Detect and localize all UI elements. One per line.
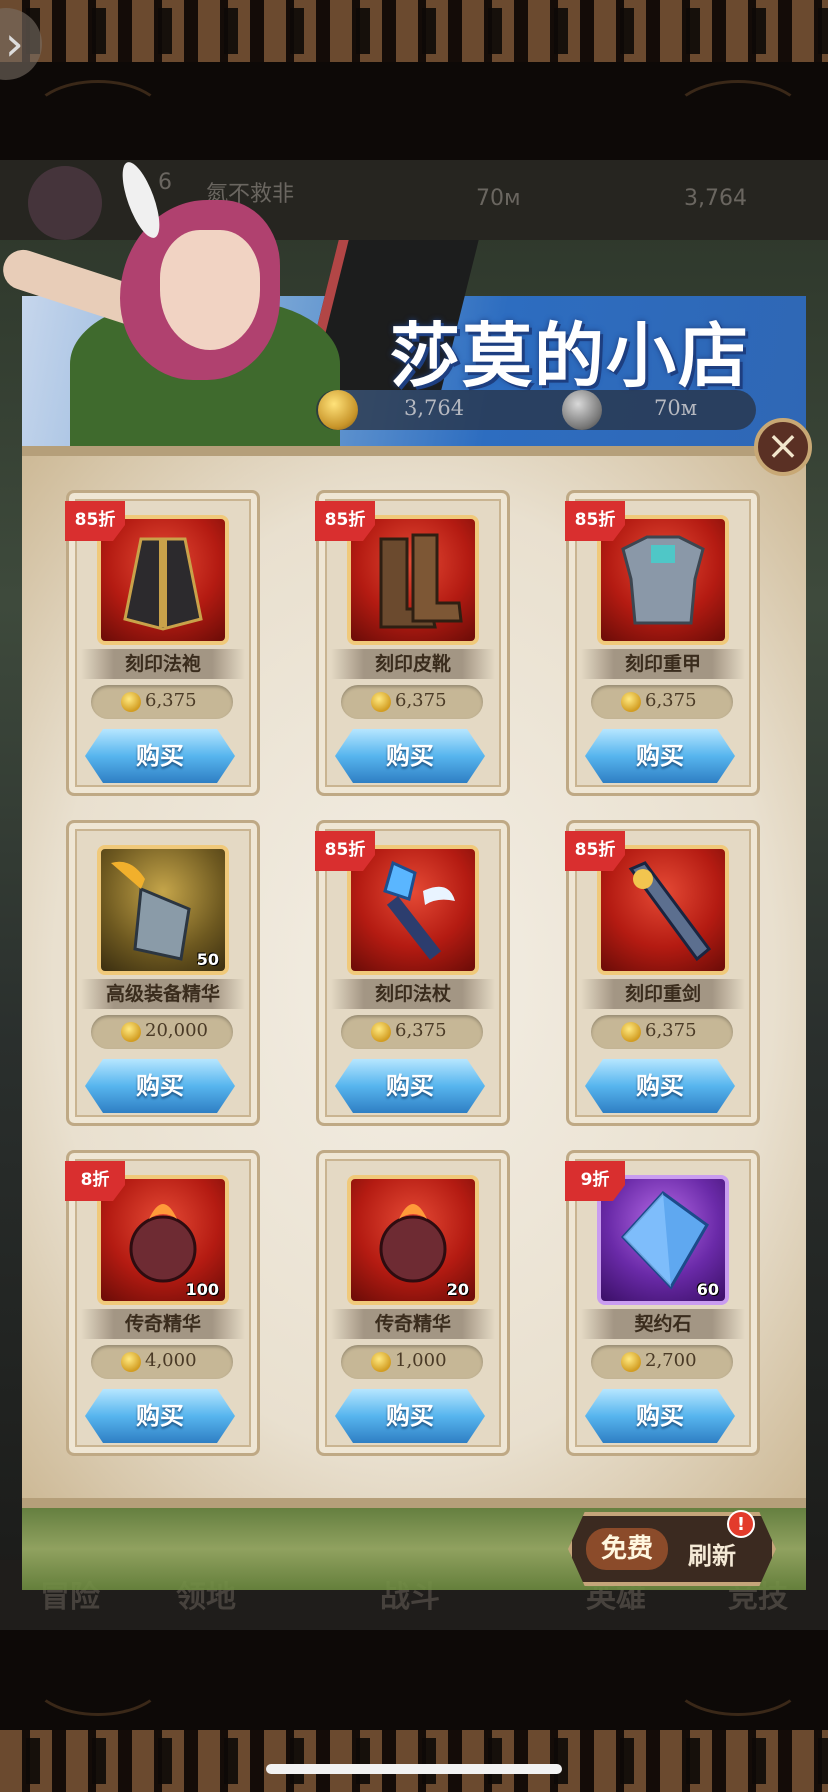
gold-coin-icon xyxy=(121,692,141,712)
item-price: 20,000 xyxy=(145,1020,208,1041)
buy-button[interactable]: 购买 xyxy=(585,1059,735,1113)
price-pill: 6,375 xyxy=(591,685,733,719)
item-price: 2,700 xyxy=(645,1350,697,1371)
item-price: 6,375 xyxy=(395,1020,447,1041)
discount-badge: 85折 xyxy=(565,831,625,871)
item-price: 6,375 xyxy=(145,690,197,711)
player-avatar xyxy=(28,166,102,240)
shop-item-card: 85折 刻印法袍 6,375 购买 xyxy=(65,490,260,796)
home-indicator[interactable] xyxy=(266,1764,562,1774)
discount-badge: 85折 xyxy=(65,501,125,541)
item-quantity: 20 xyxy=(446,1280,469,1299)
buy-button[interactable]: 购买 xyxy=(85,1059,235,1113)
ornament-swirl xyxy=(670,80,806,156)
item-name: 契约石 xyxy=(581,1309,745,1339)
item-name: 刻印法杖 xyxy=(331,979,495,1009)
shop-item-card: 20 传奇精华 1,000 购买 xyxy=(316,1150,510,1456)
item-name: 高级装备精华 xyxy=(81,979,245,1009)
item-name: 刻印皮靴 xyxy=(331,649,495,679)
item-name: 传奇精华 xyxy=(81,1309,245,1339)
shop-item-card: 9折 60 契约石 2,700 购买 xyxy=(565,1150,760,1456)
price-pill: 4,000 xyxy=(91,1345,233,1379)
shop-item-card: 85折 刻印法杖 6,375 购买 xyxy=(315,820,510,1126)
item-price: 6,375 xyxy=(645,690,697,711)
discount-badge: 9折 xyxy=(565,1161,625,1201)
buy-button[interactable]: 购买 xyxy=(335,729,485,783)
buy-button[interactable]: 购买 xyxy=(335,1389,485,1443)
essence-bottle-icon[interactable]: 50 xyxy=(97,845,229,975)
ornament-swirl xyxy=(670,1640,806,1716)
gold-coin-icon xyxy=(318,390,358,430)
gold-coin-icon xyxy=(621,1352,641,1372)
shop-item-card: 8折 100 传奇精华 4,000 购买 xyxy=(65,1150,260,1456)
buy-button[interactable]: 购买 xyxy=(585,729,735,783)
shop-item-card: 85折 刻印重剑 6,375 购买 xyxy=(565,820,760,1126)
price-pill: 6,375 xyxy=(341,1015,483,1049)
shop-item-card: 85折 刻印皮靴 6,375 购买 xyxy=(315,490,510,796)
gold-coin-icon xyxy=(371,1022,391,1042)
gold-amount: 3,764 xyxy=(404,396,465,420)
shop-item-card: 85折 刻印重甲 6,375 购买 xyxy=(565,490,760,796)
top-ornament xyxy=(0,0,828,62)
character-portrait xyxy=(160,230,260,350)
close-icon[interactable]: × xyxy=(754,418,812,476)
discount-badge: 85折 xyxy=(315,501,375,541)
buy-button[interactable]: 购买 xyxy=(585,1389,735,1443)
price-pill: 2,700 xyxy=(591,1345,733,1379)
gold-coin-icon xyxy=(621,1022,641,1042)
item-price: 4,000 xyxy=(145,1350,197,1371)
price-pill: 20,000 xyxy=(91,1015,233,1049)
buy-button[interactable]: 购买 xyxy=(335,1059,485,1113)
free-label[interactable]: 免费 xyxy=(586,1528,668,1570)
item-quantity: 60 xyxy=(696,1280,719,1299)
item-quantity: 50 xyxy=(196,950,219,969)
background-gold: 3,764 xyxy=(684,186,747,211)
item-price: 6,375 xyxy=(645,1020,697,1041)
gold-coin-icon xyxy=(371,692,391,712)
price-pill: 6,375 xyxy=(591,1015,733,1049)
item-price: 1,000 xyxy=(395,1350,447,1371)
gold-coin-icon xyxy=(121,1022,141,1042)
discount-badge: 85折 xyxy=(315,831,375,871)
item-name: 刻印法袍 xyxy=(81,649,245,679)
shop-item-card: 50 高级装备精华 20,000 购买 xyxy=(66,820,260,1126)
discount-badge: 85折 xyxy=(565,501,625,541)
ornament-swirl xyxy=(30,80,166,156)
player-level: 6 xyxy=(158,170,172,195)
item-name: 传奇精华 xyxy=(331,1309,495,1339)
item-name: 刻印重剑 xyxy=(581,979,745,1009)
item-price: 6,375 xyxy=(395,690,447,711)
gold-coin-icon xyxy=(371,1352,391,1372)
price-pill: 6,375 xyxy=(91,685,233,719)
price-pill: 6,375 xyxy=(341,685,483,719)
shop-title: 莎莫的小店 xyxy=(390,314,750,397)
ornament-swirl xyxy=(30,1640,166,1716)
gold-coin-icon xyxy=(121,1352,141,1372)
alert-badge: ! xyxy=(727,1510,755,1538)
refresh-label[interactable]: 刷新 xyxy=(688,1536,736,1571)
item-name: 刻印重甲 xyxy=(581,649,745,679)
background-silver: 70м xyxy=(476,186,521,211)
bottom-ornament xyxy=(0,1730,828,1792)
buy-button[interactable]: 购买 xyxy=(85,1389,235,1443)
legend-essence-icon[interactable]: 20 xyxy=(347,1175,479,1305)
gold-coin-icon xyxy=(621,692,641,712)
price-pill: 1,000 xyxy=(341,1345,483,1379)
silver-coin-icon xyxy=(562,390,602,430)
buy-button[interactable]: 购买 xyxy=(85,729,235,783)
silver-amount: 70м xyxy=(654,396,698,420)
item-quantity: 100 xyxy=(185,1280,219,1299)
discount-badge: 8折 xyxy=(65,1161,125,1201)
